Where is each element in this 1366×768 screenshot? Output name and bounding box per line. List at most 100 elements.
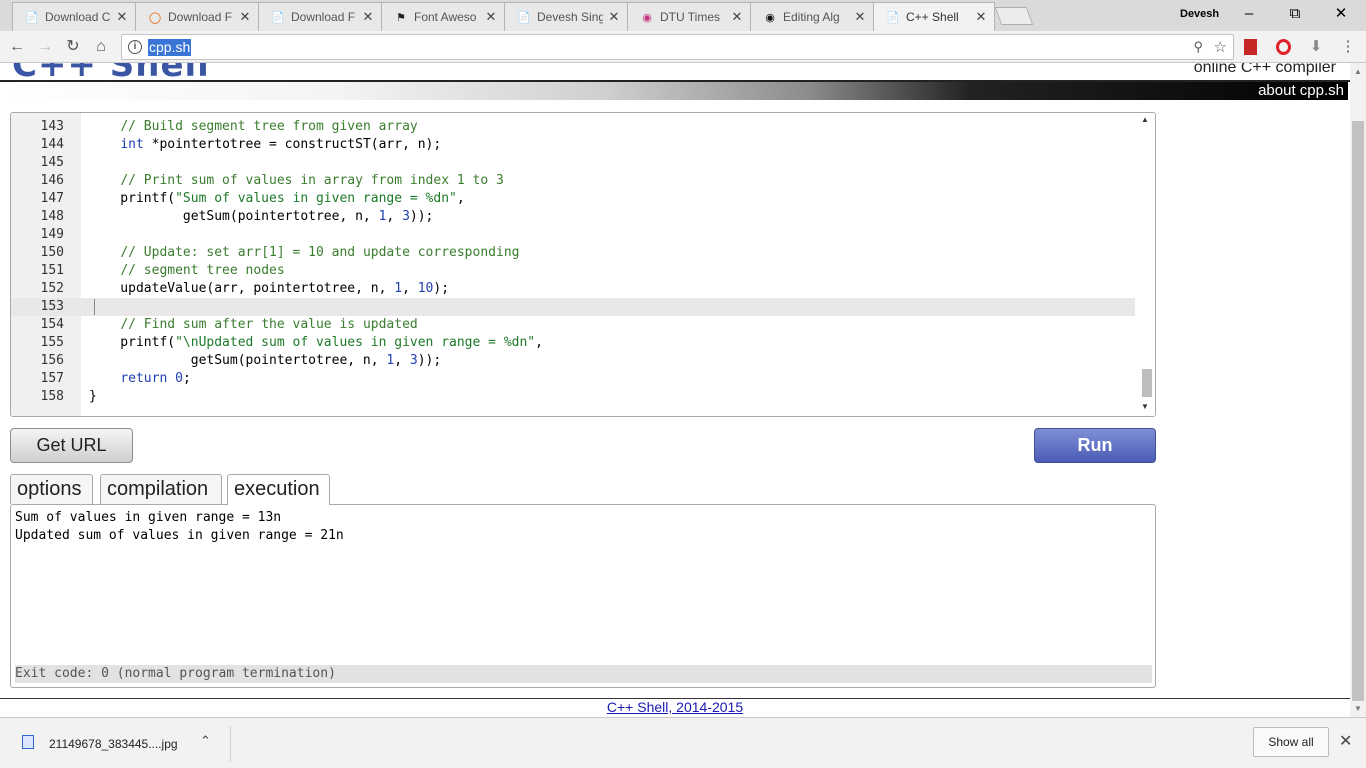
browser-tab[interactable]: 📄 C++ Shell ✕	[873, 2, 995, 31]
code-text[interactable]: printf("Sum of values in given range = %…	[89, 190, 464, 208]
line-number: 157	[40, 371, 64, 386]
code-line[interactable]: 143 // Build segment tree from given arr…	[11, 118, 1135, 136]
close-tab-icon[interactable]: ✕	[238, 10, 252, 24]
close-tab-icon[interactable]: ✕	[853, 10, 867, 24]
code-line[interactable]: 148 getSum(pointertotree, n, 1, 3));	[11, 208, 1135, 226]
page-icon: 📄	[886, 11, 900, 24]
bookmark-extension-icon[interactable]	[1244, 39, 1257, 55]
code-line[interactable]: 157 return 0;	[11, 370, 1135, 388]
browser-tab[interactable]: ⚑ Font Aweso ✕	[381, 2, 505, 31]
page-scroll-up-icon[interactable]: ▲	[1354, 67, 1362, 76]
code-text[interactable]: updateValue(arr, pointertotree, n, 1, 10…	[89, 280, 449, 298]
line-number: 144	[40, 137, 64, 152]
code-line[interactable]: 150 // Update: set arr[1] = 10 and updat…	[11, 244, 1135, 262]
zoom-icon[interactable]: ⚲	[1193, 39, 1203, 55]
scroll-up-icon[interactable]: ▲	[1141, 115, 1149, 124]
browser-tab[interactable]: ◉ Editing Alg ✕	[750, 2, 874, 31]
code-text[interactable]: printf("\nUpdated sum of values in given…	[89, 334, 543, 352]
editor-scroll-thumb[interactable]	[1142, 369, 1152, 397]
tab-compilation[interactable]: compilation	[100, 474, 222, 504]
show-all-button[interactable]: Show all	[1253, 727, 1329, 757]
download-bar: 21149678_383445....jpg ⌃ Show all ✕	[0, 717, 1366, 768]
close-tab-icon[interactable]: ✕	[484, 10, 498, 24]
close-tab-icon[interactable]: ✕	[974, 10, 988, 24]
profile-name[interactable]: Devesh	[1180, 8, 1219, 20]
code-line[interactable]: 152 updateValue(arr, pointertotree, n, 1…	[11, 280, 1135, 298]
code-text[interactable]: // Find sum after the value is updated	[89, 316, 417, 334]
line-number: 147	[40, 191, 64, 206]
bookmark-star-icon[interactable]: ☆	[1214, 38, 1227, 56]
close-icon[interactable]: ✕	[1339, 731, 1352, 751]
close-tab-icon[interactable]: ✕	[607, 10, 621, 24]
code-text[interactable]: return 0;	[89, 370, 190, 388]
forward-icon[interactable]: →	[34, 36, 56, 58]
footer: C++ Shell, 2014-2015	[0, 699, 1350, 715]
get-url-button[interactable]: Get URL	[10, 428, 133, 463]
download-file-name[interactable]: 21149678_383445....jpg	[49, 737, 178, 751]
code-line[interactable]: 144 int *pointertotree = constructST(arr…	[11, 136, 1135, 154]
browser-tab[interactable]: ◉ DTU Times ✕	[627, 2, 751, 31]
close-tab-icon[interactable]: ✕	[361, 10, 375, 24]
tab-options[interactable]: options	[10, 474, 93, 504]
page-scroll-thumb[interactable]	[1352, 121, 1364, 701]
run-button[interactable]: Run	[1034, 428, 1156, 463]
code-text[interactable]: getSum(pointertotree, n, 1, 3));	[89, 352, 441, 370]
menu-icon[interactable]: ⋮	[1340, 39, 1356, 55]
site-info-icon[interactable]: i	[128, 40, 142, 54]
image-file-icon[interactable]	[22, 735, 34, 749]
code-text[interactable]: // Update: set arr[1] = 10 and update co…	[89, 244, 519, 262]
code-line[interactable]: 155 printf("\nUpdated sum of values in g…	[11, 334, 1135, 352]
code-line[interactable]: 151 // segment tree nodes	[11, 262, 1135, 280]
close-tab-icon[interactable]: ✕	[730, 10, 744, 24]
tab-title: Editing Alg	[783, 10, 840, 24]
code-text[interactable]: getSum(pointertotree, n, 1, 3));	[89, 208, 433, 226]
browser-tab[interactable]: ◯ Download F ✕	[135, 2, 259, 31]
code-line[interactable]: 156 getSum(pointertotree, n, 1, 3));	[11, 352, 1135, 370]
new-tab-button[interactable]	[994, 7, 1034, 25]
code-text[interactable]: // Print sum of values in array from ind…	[89, 172, 504, 190]
code-editor[interactable]: 142143 // Build segment tree from given …	[10, 112, 1156, 417]
browser-tab[interactable]: 📄 Download F ✕	[258, 2, 382, 31]
reload-icon[interactable]: ↻	[62, 36, 84, 58]
line-number: 156	[40, 353, 64, 368]
code-text[interactable]: // segment tree nodes	[89, 262, 284, 280]
header-gradient-bar	[0, 82, 1348, 100]
site-tagline: online C++ compiler	[1193, 63, 1336, 76]
page-scrollbar[interactable]: ▲ ▼	[1350, 63, 1366, 717]
close-tab-icon[interactable]: ✕	[115, 10, 129, 24]
tab-title: Download F	[168, 10, 233, 24]
line-number: 149	[40, 227, 64, 242]
opera-icon[interactable]	[1276, 39, 1291, 55]
footer-link[interactable]: C++ Shell, 2014-2015	[607, 699, 743, 715]
page-scroll-down-icon[interactable]: ▼	[1354, 704, 1362, 713]
minimize-icon[interactable]: –	[1226, 0, 1272, 28]
back-icon[interactable]: ←	[6, 36, 28, 58]
code-text[interactable]: int *pointertotree = constructST(arr, n)…	[89, 136, 441, 154]
page-icon: 📄	[271, 11, 285, 24]
close-window-icon[interactable]: ✕	[1318, 0, 1364, 28]
editor-scrollbar[interactable]: ▲ ▼	[1135, 113, 1155, 416]
page-icon: 📄	[25, 11, 39, 24]
code-line[interactable]: 149	[11, 226, 1135, 244]
scroll-down-icon[interactable]: ▼	[1141, 402, 1149, 411]
tab-execution[interactable]: execution	[227, 474, 330, 505]
code-text[interactable]: }	[89, 388, 97, 406]
tab-title: Download F	[291, 10, 356, 24]
code-line[interactable]: 147 printf("Sum of values in given range…	[11, 190, 1135, 208]
chevron-up-icon[interactable]: ⌃	[200, 733, 211, 749]
code-line[interactable]: 146 // Print sum of values in array from…	[11, 172, 1135, 190]
browser-tab[interactable]: 📄 Devesh Sing ✕	[504, 2, 628, 31]
code-line[interactable]: 145	[11, 154, 1135, 172]
code-line[interactable]: 158}	[11, 388, 1135, 406]
code-line[interactable]: 154 // Find sum after the value is updat…	[11, 316, 1135, 334]
home-icon[interactable]: ⌂	[90, 36, 112, 58]
address-url[interactable]: cpp.sh	[148, 39, 192, 56]
code-text[interactable]: // Build segment tree from given array	[89, 118, 417, 136]
address-bar[interactable]: i cpp.sh ⚲ ☆	[121, 34, 1234, 60]
text-cursor	[94, 299, 95, 315]
download-extension-icon[interactable]: ⬇	[1308, 39, 1324, 55]
browser-tab[interactable]: 📄 Download C ✕	[12, 2, 136, 31]
code-line[interactable]: 153	[11, 298, 1135, 316]
restore-icon[interactable]: ⧉	[1272, 0, 1318, 28]
about-link[interactable]: about cpp.sh	[1258, 82, 1344, 100]
